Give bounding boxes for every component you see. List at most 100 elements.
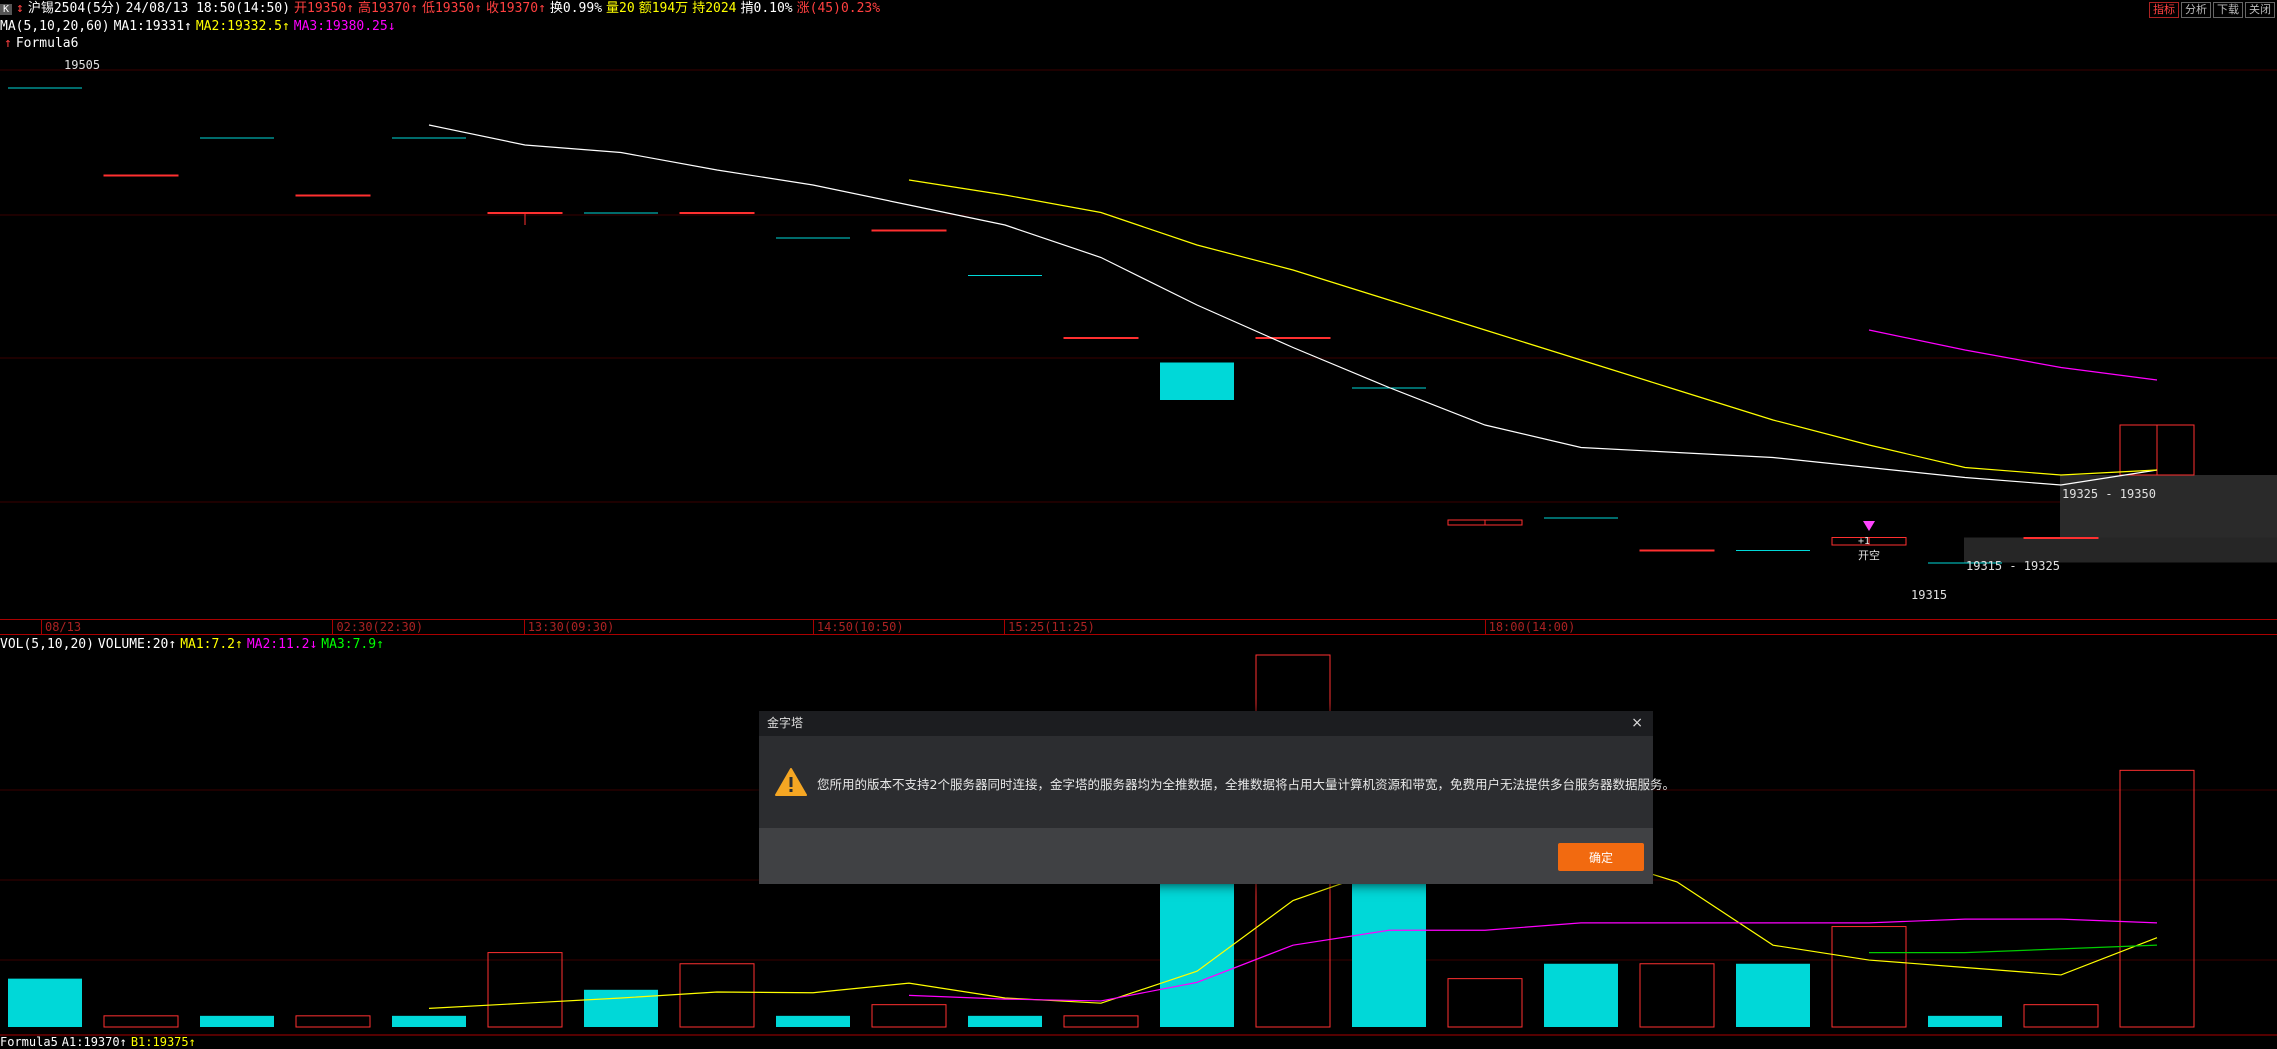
signal-arrow-icon — [1863, 521, 1875, 531]
ma1-line — [428, 124, 2158, 486]
formula6-legend: ↑ Formula6 — [4, 35, 82, 53]
vol-ma3: MA3:7.9↑ — [321, 637, 384, 652]
rise-label: 涨(45)0.23% — [796, 1, 881, 16]
formula5-label: Formula5 — [0, 1035, 58, 1049]
time-axis: 08/13 02:30(22:30) 13:30(09:30) 14:50(10:50… — [0, 619, 2277, 635]
low-price: 低19350↑ — [421, 1, 482, 16]
zone-lower-label: 19315 - 19325 — [1966, 559, 2060, 573]
time-tick-label: 13:30(09:30) — [523, 620, 614, 634]
time-tick-label: 08/13 — [40, 620, 81, 634]
candle-body — [679, 212, 755, 214]
toolbar-button-indicator[interactable]: 指标 — [2149, 2, 2179, 18]
volume-bar — [1831, 926, 1907, 1028]
volume-bar — [103, 1015, 179, 1028]
formula5-b1: B1:19375↑ — [130, 1035, 196, 1049]
toolbar-button-download[interactable]: 下载 — [2213, 2, 2243, 18]
volume-bar — [968, 1015, 1042, 1027]
server-warning-dialog: 金字塔 × 您所用的版本不支持2个服务器同时连接，金字塔的服务器均为全推数据，全… — [759, 711, 1675, 884]
candle-body — [1736, 550, 1810, 551]
ma-params: MA(5,10,20,60) — [0, 19, 110, 34]
vol-legend: VOL(5,10,20) VOLUME:20↑ MA1:7.2↑ MA2:11.2↓ M… — [0, 636, 388, 654]
formula5-legend: Formula5 A1:19370↑ B1:19375↑ — [0, 1036, 200, 1048]
candle-body — [1639, 549, 1715, 552]
ma2-value: MA2:19332.5↑ — [195, 19, 290, 34]
candle-body — [487, 212, 563, 214]
toolbar-button-analysis[interactable]: 分析 — [2181, 2, 2211, 18]
volume-bar — [392, 1015, 466, 1027]
volume-bar — [1736, 963, 1810, 1027]
time-tick-label: 18:00(14:00) — [1484, 620, 1575, 634]
ma3-line — [1868, 329, 2158, 381]
chart-canvas[interactable] — [0, 0, 2277, 1048]
change-pct: 换0.99% — [549, 1, 603, 16]
symbol-label: 沪锡2504(5分) — [27, 1, 122, 16]
volume-bar — [1544, 963, 1618, 1027]
volume-bar — [295, 1015, 371, 1028]
holding-label: 持2024 — [692, 1, 737, 16]
formula5-a1: A1:19370↑ — [61, 1035, 127, 1049]
zone-upper-label: 19325 - 19350 — [2062, 487, 2156, 501]
price-zone-upper — [2060, 475, 2277, 538]
candle-body — [1544, 517, 1618, 519]
volume-bar — [1928, 1015, 2002, 1027]
ma1-value: MA1:19331↑ — [113, 19, 192, 34]
quote-header: K ↕ 沪锡2504(5分) 24/08/13 18:50(14:50) 开19350↑… — [0, 0, 884, 18]
signal-count-label: +1 — [1858, 536, 1871, 547]
volume-bar — [487, 952, 563, 1028]
candle-body — [103, 174, 179, 177]
amount-label: 额194万 — [638, 1, 689, 16]
top-toolbar: 指标 分析 下载 关闭 — [2149, 2, 2275, 18]
ma2-line — [908, 179, 2158, 476]
candle-body — [1063, 337, 1139, 339]
volume-bar — [2119, 769, 2195, 1028]
vol-volume: VOLUME:20↑ — [97, 637, 177, 652]
open-price: 开19350↑ — [294, 1, 354, 16]
dialog-message: 您所用的版本不支持2个服务器同时连接，金字塔的服务器均为全推数据，全推数据将占用… — [817, 777, 1675, 792]
volume-bar — [871, 1004, 947, 1028]
panel-icon[interactable]: K — [0, 4, 13, 15]
high-price-label: 19505 — [64, 58, 101, 72]
signal-open-short-label: 开空 — [1858, 549, 1880, 562]
high-price: 高19370↑ — [358, 1, 418, 16]
candle-body — [871, 229, 947, 232]
vol-params: VOL(5,10,20) — [0, 637, 94, 652]
dialog-footer: 确定 — [759, 828, 1653, 884]
candle-body — [392, 137, 466, 139]
candle-body — [584, 212, 658, 214]
amplitude-label: 掯0.10% — [740, 1, 793, 16]
ma3-value: MA3:19380.25↓ — [293, 19, 396, 34]
toolbar-button-close[interactable]: 关闭 — [2245, 2, 2275, 18]
vol-ma1: MA1:7.2↑ — [180, 637, 243, 652]
close-price: 收19370↑ — [485, 1, 546, 16]
volume-bar — [8, 978, 82, 1027]
time-tick-label: 15:25(11:25) — [1004, 620, 1095, 634]
up-arrow-icon: ↑ — [4, 36, 12, 51]
dialog-title-bar: 金字塔 × — [759, 711, 1653, 736]
ma-legend: MA(5,10,20,60) MA1:19331↑ MA2:19332.5↑ MA3:… — [0, 18, 400, 36]
arrow-marker-icon: ↕ — [16, 1, 24, 16]
candle-body — [1255, 337, 1331, 339]
volume-bar — [1063, 1015, 1139, 1028]
volume-bar — [584, 989, 658, 1027]
candle-body — [8, 87, 82, 89]
candle-body — [295, 194, 371, 197]
volume-bar — [776, 1015, 850, 1027]
warning-icon — [775, 768, 807, 796]
dialog-body: 您所用的版本不支持2个服务器同时连接，金字塔的服务器均为全推数据，全推数据将占用… — [759, 736, 1675, 828]
candle-body — [2023, 537, 2099, 539]
time-tick-label: 14:50(10:50) — [812, 620, 904, 634]
candle-body — [776, 237, 850, 239]
volume-label: 量20 — [606, 1, 635, 16]
ok-button[interactable]: 确定 — [1558, 843, 1644, 871]
close-icon[interactable]: × — [1631, 711, 1643, 736]
volume-bar — [1447, 978, 1523, 1028]
vol-ma3-line — [1869, 944, 2158, 954]
candle-body — [200, 137, 274, 139]
datetime-label: 24/08/13 18:50(14:50) — [125, 1, 291, 16]
time-tick-label: 02:30(22:30) — [332, 620, 423, 634]
volume-bar — [679, 963, 755, 1028]
candle-body — [1160, 362, 1234, 400]
volume-bar — [2023, 1004, 2099, 1028]
dialog-title: 金字塔 — [767, 716, 804, 730]
volume-bar — [200, 1015, 274, 1027]
